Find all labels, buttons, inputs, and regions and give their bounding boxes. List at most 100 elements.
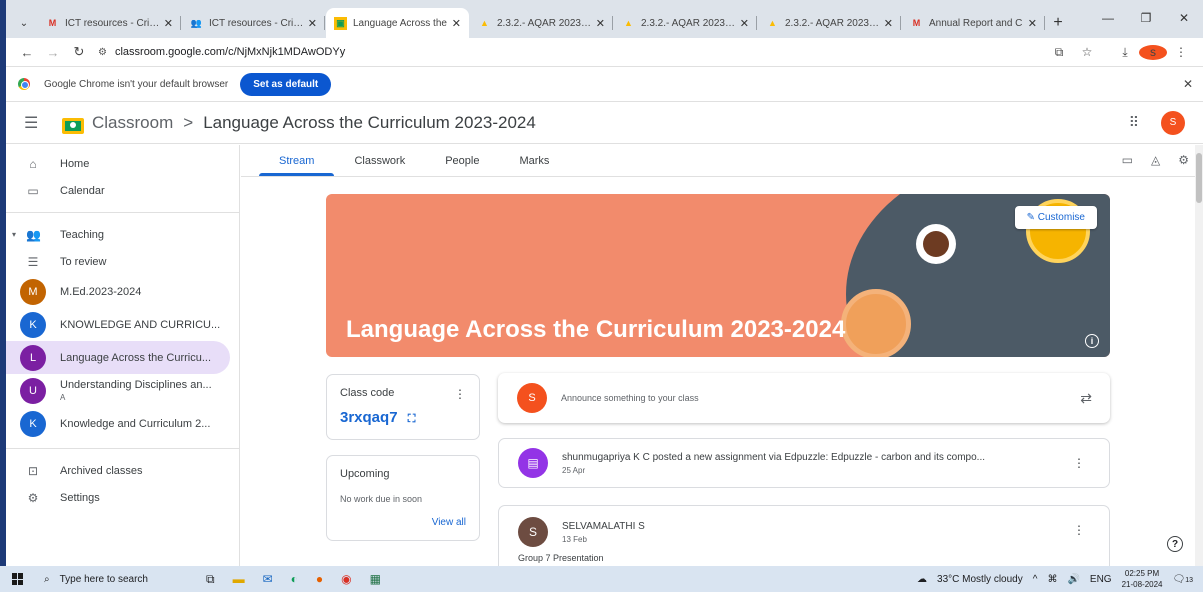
repost-icon[interactable]: ⇄ — [1080, 390, 1092, 407]
weather-icon[interactable]: ☁ — [917, 574, 927, 585]
help-icon[interactable]: ? — [1167, 536, 1183, 552]
class-info-icon[interactable]: i — [1085, 334, 1099, 348]
people-icon: 👥 — [190, 17, 203, 28]
tab-classwork[interactable]: Classwork — [334, 155, 425, 176]
set-default-button[interactable]: Set as default — [240, 72, 332, 96]
weather-text[interactable]: 33°C Mostly cloudy — [937, 574, 1023, 585]
task-view-icon[interactable]: ⧉ — [206, 572, 215, 587]
chevron-down-icon: ▾ — [12, 230, 17, 239]
close-tab-icon[interactable]: ✕ — [1028, 17, 1037, 30]
tab-search-icon[interactable]: ⌄ — [10, 8, 38, 38]
close-tab-icon[interactable]: ✕ — [596, 17, 605, 30]
default-browser-infobar: Google Chrome isn't your default browser… — [6, 66, 1203, 102]
network-icon[interactable]: ⌘ — [1047, 574, 1057, 585]
new-tab-button[interactable]: + — [1046, 8, 1070, 38]
tray-chevron-icon[interactable]: ^ — [1033, 574, 1038, 585]
file-explorer-icon[interactable]: ▬ — [233, 572, 245, 586]
tab-strip: ⌄ M ICT resources - Criter ✕ 👥 ICT resource… — [6, 0, 1203, 38]
sidebar-item-to-review[interactable]: ☰ To review — [6, 248, 239, 275]
sidebar-item-settings[interactable]: ⚙ Settings — [6, 484, 239, 511]
reload-icon[interactable]: ↻ — [66, 44, 92, 60]
classroom-logo-icon[interactable] — [62, 112, 84, 134]
close-window-icon[interactable]: ✕ — [1165, 0, 1203, 36]
windows-taskbar: ⌕ Type here to search ⧉ ▬ ✉ ◐ ● ◉ ▦ ☁ 33… — [0, 566, 1203, 592]
minimize-icon[interactable]: — — [1089, 0, 1127, 36]
drive-folder-icon[interactable]: ◬ — [1151, 153, 1160, 167]
restore-icon[interactable]: ❐ — [1127, 0, 1165, 36]
customise-button[interactable]: ✎ Customise — [1014, 206, 1097, 229]
close-tab-icon[interactable]: ✕ — [452, 17, 461, 30]
browser-tab[interactable]: ▲ 2.3.2.- AQAR 2023 -2 ✕ — [470, 8, 613, 38]
more-options-icon[interactable]: ⋮ — [1073, 523, 1085, 537]
back-icon[interactable]: ← — [14, 45, 40, 60]
divider — [6, 448, 239, 449]
edge-icon[interactable]: ◐ — [291, 572, 298, 586]
assignment-icon: ▤ — [518, 448, 548, 478]
sidebar-class-item[interactable]: U Understanding Disciplines an... A — [6, 374, 230, 407]
profile-avatar[interactable]: s — [1139, 44, 1167, 60]
browser-tab[interactable]: ▲ 2.3.2.- AQAR 2023 -2 ✕ — [614, 8, 757, 38]
forward-icon[interactable]: → — [40, 45, 66, 60]
browser-tab-active[interactable]: ▣ Language Across the ✕ — [326, 8, 469, 38]
more-options-icon[interactable]: ⋮ — [1073, 456, 1085, 470]
avatar: S — [518, 517, 548, 547]
sidebar-item-teaching[interactable]: ▾ 👥 Teaching — [6, 221, 239, 248]
language-indicator[interactable]: ENG — [1090, 574, 1112, 585]
calendar-icon[interactable]: ▭ — [1122, 153, 1133, 167]
close-tab-icon[interactable]: ✕ — [308, 17, 317, 30]
tab-stream[interactable]: Stream — [259, 155, 335, 176]
class-code-value[interactable]: 3rxqaq7 ⛶ — [340, 409, 466, 426]
browser-tab[interactable]: M ICT resources - Criter ✕ — [38, 8, 181, 38]
volume-icon[interactable]: 🔊 — [1067, 574, 1079, 585]
tab-marks[interactable]: Marks — [499, 155, 569, 176]
sidebar-item-archived[interactable]: ⊡ Archived classes — [6, 457, 239, 484]
close-tab-icon[interactable]: ✕ — [164, 17, 173, 30]
browser-tab[interactable]: 👥 ICT resources - Criter ✕ — [182, 8, 325, 38]
tab-people[interactable]: People — [425, 155, 499, 176]
taskbar-search[interactable]: ⌕ Type here to search — [36, 568, 196, 590]
scrollbar[interactable] — [1195, 145, 1203, 566]
google-apps-icon[interactable]: ⠿ — [1129, 114, 1139, 131]
close-infobar-icon[interactable]: ✕ — [1183, 77, 1193, 91]
browser-tab[interactable]: ▲ 2.3.2.- AQAR 2023 -2 ✕ — [758, 8, 901, 38]
stream-post[interactable]: ▤ shunmugapriya K C posted a new assignm… — [498, 438, 1110, 488]
sidebar-class-item-selected[interactable]: L Language Across the Curricu... — [6, 341, 230, 374]
sidebar-class-item[interactable]: M M.Ed.2023-2024 — [6, 275, 230, 308]
clock[interactable]: 02:25 PM 21-08-2024 — [1122, 568, 1163, 590]
sidebar-item-home[interactable]: ⌂ Home — [6, 150, 239, 177]
banner-illustration — [841, 289, 911, 357]
banner-title: Language Across the Curriculum 2023-2024 — [346, 316, 846, 343]
start-button[interactable] — [0, 573, 36, 585]
mail-icon[interactable]: ✉ — [263, 572, 273, 586]
more-options-icon[interactable]: ⋮ — [454, 387, 466, 401]
chrome-icon[interactable]: ◉ — [341, 572, 351, 586]
classroom-icon: ▣ — [334, 16, 347, 30]
class-banner: Language Across the Curriculum 2023-2024… — [326, 194, 1110, 357]
close-tab-icon[interactable]: ✕ — [884, 17, 893, 30]
fullscreen-icon[interactable]: ⛶ — [408, 413, 416, 425]
view-all-link[interactable]: View all — [432, 517, 466, 528]
firefox-icon[interactable]: ● — [316, 572, 323, 586]
announce-box[interactable]: S Announce something to your class ⇄ — [498, 373, 1110, 423]
browser-menu-icon[interactable]: ⋮ — [1167, 45, 1195, 59]
sidebar-class-item[interactable]: K Knowledge and Curriculum 2... — [6, 407, 230, 440]
browser-tab[interactable]: M Annual Report and C ✕ — [902, 8, 1045, 38]
site-info-icon[interactable]: ⚙ — [98, 47, 107, 58]
stream-post[interactable]: S SELVAMALATHI S 13 Feb Group 7 Presenta… — [498, 505, 1110, 566]
class-avatar: K — [20, 410, 46, 437]
notifications-icon[interactable]: 🗨13 — [1173, 574, 1194, 585]
class-settings-icon[interactable]: ⚙ — [1178, 153, 1189, 167]
close-tab-icon[interactable]: ✕ — [740, 17, 749, 30]
upcoming-card: Upcoming No work due in soon View all — [326, 455, 480, 541]
install-app-icon[interactable]: ⧉ — [1045, 45, 1073, 60]
main-menu-icon[interactable]: ☰ — [24, 113, 44, 133]
app-title[interactable]: Classroom — [92, 113, 173, 133]
url-field[interactable]: ⚙ classroom.google.com/c/NjMxNjk1MDAwODY… — [92, 40, 1045, 64]
account-avatar[interactable]: S — [1161, 110, 1185, 135]
window-controls: — ❐ ✕ — [1089, 0, 1203, 36]
sidebar-class-item[interactable]: K KNOWLEDGE AND CURRICU... — [6, 308, 230, 341]
sidebar-item-calendar[interactable]: ▭ Calendar — [6, 177, 239, 204]
download-icon[interactable]: ⤓ — [1111, 45, 1139, 60]
excel-icon[interactable]: ▦ — [370, 572, 381, 586]
bookmark-star-icon[interactable]: ☆ — [1073, 45, 1101, 59]
